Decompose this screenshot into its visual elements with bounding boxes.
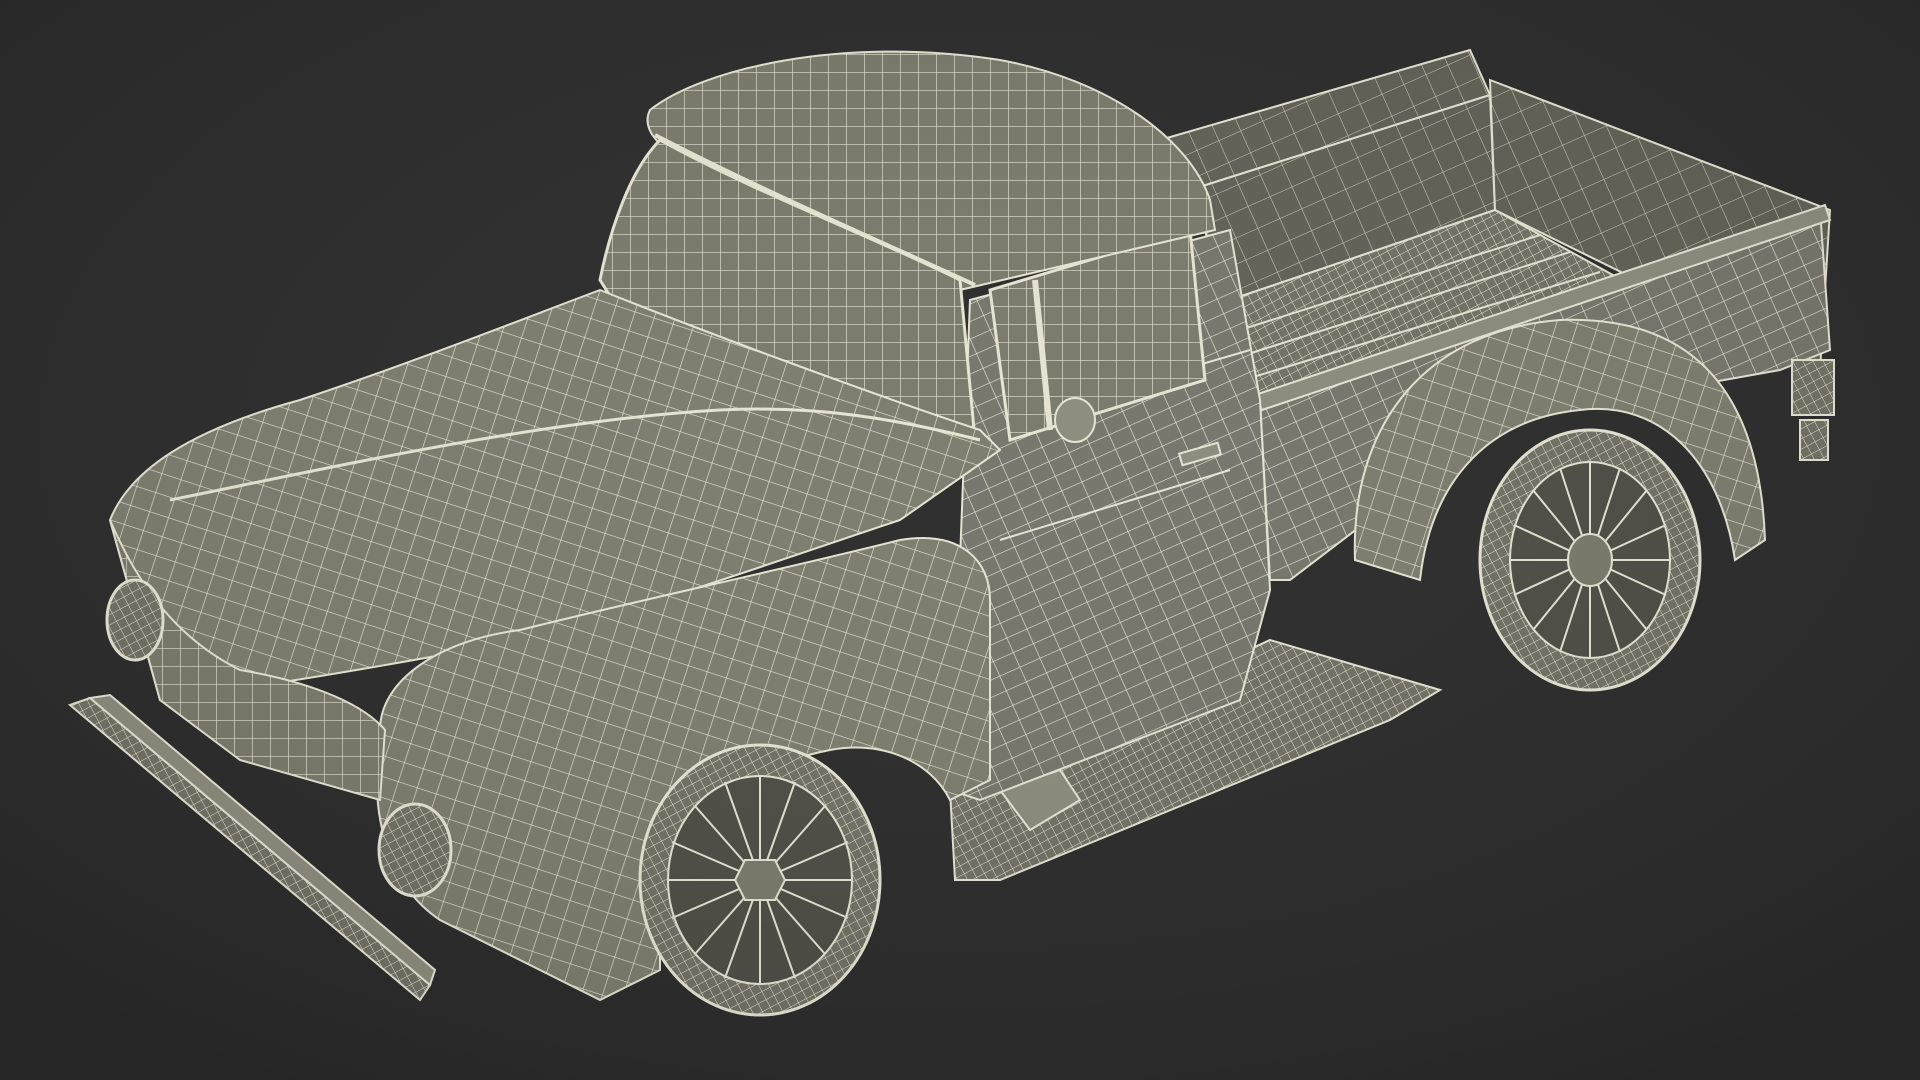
viewport: [0, 0, 1920, 1080]
truck-wireframe-render: [0, 0, 1920, 1080]
front-wheel: [638, 743, 882, 1017]
rear-wheel: [1478, 428, 1702, 692]
